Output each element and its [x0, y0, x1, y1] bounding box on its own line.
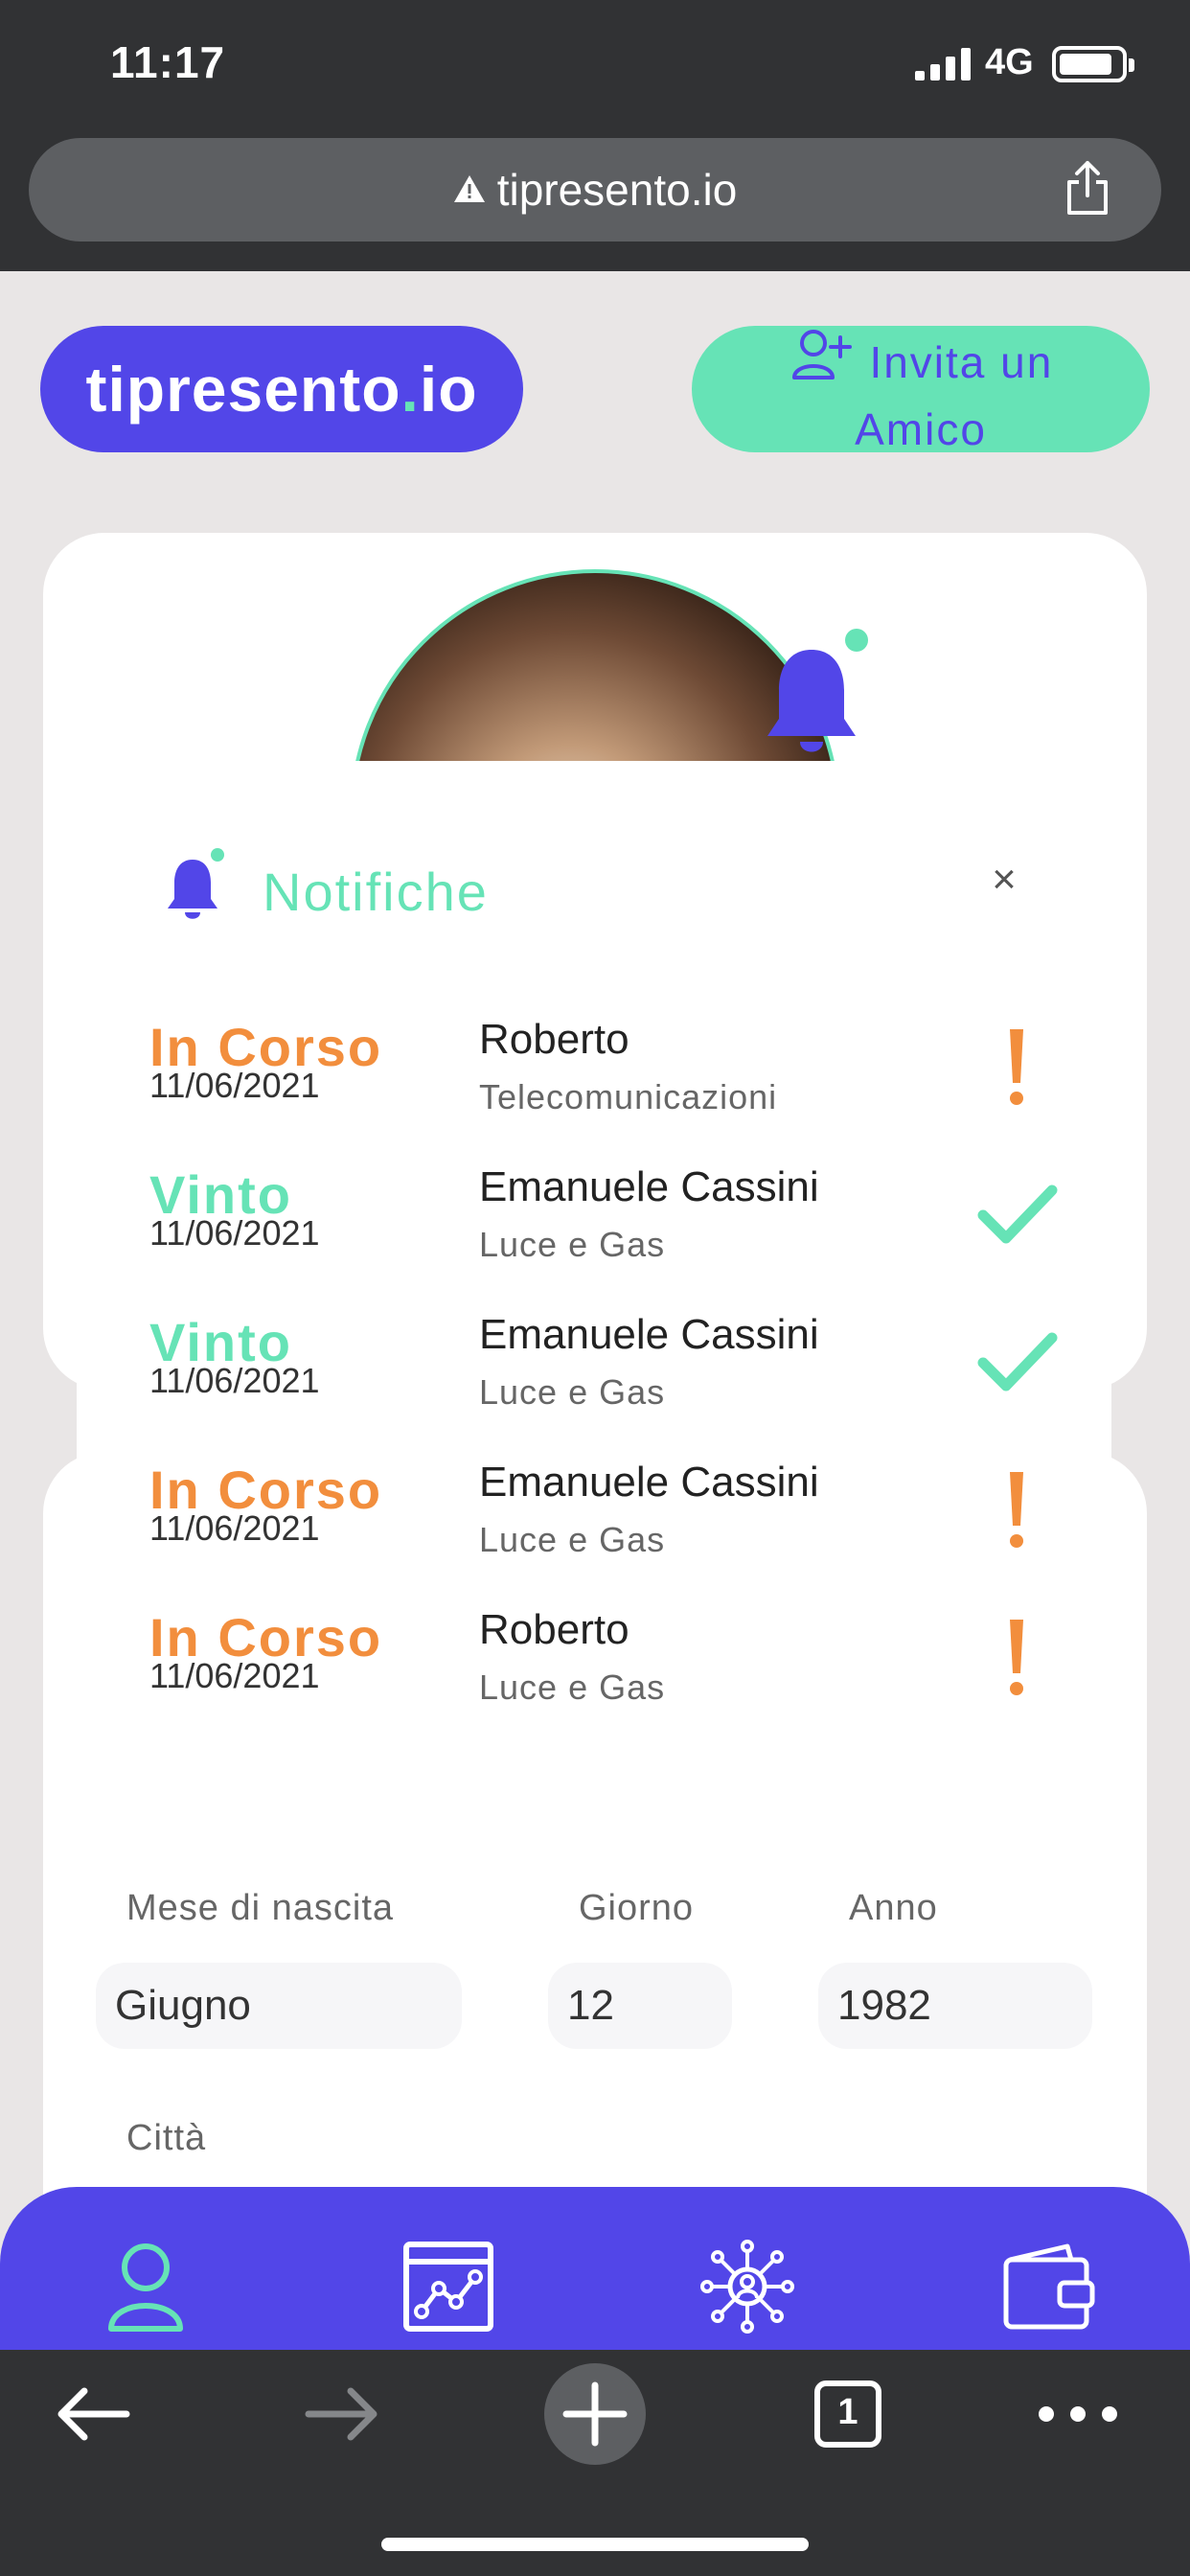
- check-icon: [977, 1184, 1058, 1244]
- notification-row[interactable]: Vinto 11/06/2021 Emanuele Cassini Luce e…: [149, 1311, 1069, 1445]
- tabs-count: 1: [837, 2392, 858, 2432]
- contact-name: Emanuele Cassini: [479, 1163, 819, 1210]
- category-label: Luce e Gas: [479, 1225, 666, 1264]
- close-button[interactable]: ×: [987, 859, 1021, 901]
- notification-row[interactable]: In Corso 11/06/2021 Roberto Telecomunica…: [149, 1016, 1069, 1150]
- exclamation-icon: [1010, 1029, 1023, 1105]
- network-type: 4G: [985, 42, 1034, 82]
- url-label: tipresento.io: [496, 165, 738, 215]
- tabs-button[interactable]: 1: [795, 2361, 901, 2467]
- signal-icon: [915, 48, 971, 80]
- check-icon: [977, 1332, 1058, 1392]
- contact-name: Emanuele Cassini: [479, 1311, 819, 1358]
- notification-date: 11/06/2021: [149, 1361, 320, 1400]
- logo[interactable]: tipresento. io: [40, 326, 523, 452]
- chart-icon[interactable]: [400, 2239, 496, 2334]
- notifications-title: Notifiche: [263, 862, 489, 922]
- birth-year-label: Anno: [849, 1888, 938, 1928]
- invite-label-line1: Invita un: [869, 337, 1054, 387]
- notification-dot: [211, 848, 224, 862]
- profile-icon[interactable]: [98, 2239, 194, 2334]
- contact-name: Emanuele Cassini: [479, 1459, 819, 1506]
- contact-name: Roberto: [479, 1606, 629, 1653]
- status-time: 11:17: [110, 37, 226, 87]
- invite-friend-button[interactable]: Invita un Amico: [692, 326, 1150, 454]
- notification-date: 11/06/2021: [149, 1213, 320, 1253]
- notification-row[interactable]: Vinto 11/06/2021 Emanuele Cassini Luce e…: [149, 1163, 1069, 1298]
- share-icon[interactable]: [1064, 159, 1111, 217]
- category-label: Luce e Gas: [479, 1372, 666, 1412]
- add-user-icon: [791, 330, 852, 380]
- network-icon[interactable]: [699, 2239, 795, 2334]
- home-indicator: [381, 2538, 809, 2551]
- category-label: Luce e Gas: [479, 1668, 666, 1707]
- notification-date: 11/06/2021: [149, 1656, 320, 1695]
- city-label: Città: [126, 2118, 207, 2158]
- exclamation-icon: [1010, 1472, 1023, 1548]
- logo-suffix: io: [419, 354, 478, 425]
- birth-month-select[interactable]: Giugno: [96, 1963, 462, 2049]
- bell-icon: [168, 860, 217, 919]
- birth-day-label: Giorno: [579, 1888, 695, 1928]
- exclamation-icon: [1010, 1620, 1023, 1695]
- warning-icon: [453, 175, 485, 202]
- birth-day-field[interactable]: 12: [548, 1963, 732, 2049]
- new-tab-icon[interactable]: [542, 2361, 648, 2467]
- status-bar: 11:17 4G: [0, 0, 1190, 132]
- birth-month-label: Mese di nascita: [126, 1888, 395, 1928]
- wallet-icon[interactable]: [1000, 2239, 1096, 2334]
- notification-date: 11/06/2021: [149, 1066, 320, 1105]
- birth-year-field[interactable]: 1982: [818, 1963, 1092, 2049]
- contact-name: Roberto: [479, 1016, 629, 1063]
- invite-label-line2: Amico: [855, 404, 987, 454]
- notification-date: 11/06/2021: [149, 1508, 320, 1548]
- notification-row[interactable]: In Corso 11/06/2021 Roberto Luce e Gas: [149, 1606, 1069, 1740]
- notification-dot: [845, 629, 868, 652]
- category-label: Luce e Gas: [479, 1520, 666, 1559]
- category-label: Telecomunicazioni: [479, 1077, 778, 1116]
- back-icon[interactable]: [40, 2361, 146, 2467]
- battery-icon: [1052, 46, 1134, 82]
- url-text[interactable]: tipresento.io: [29, 164, 1161, 216]
- logo-dot: .: [400, 354, 420, 425]
- logo-main: tipresento: [85, 354, 401, 425]
- bell-icon[interactable]: [762, 644, 861, 759]
- notification-row[interactable]: In Corso 11/06/2021 Emanuele Cassini Luc…: [149, 1459, 1069, 1593]
- forward-icon[interactable]: [289, 2361, 395, 2467]
- app-bottom-nav: [0, 2187, 1190, 2350]
- url-bar[interactable]: tipresento.io: [29, 138, 1161, 242]
- more-icon[interactable]: [1025, 2361, 1131, 2467]
